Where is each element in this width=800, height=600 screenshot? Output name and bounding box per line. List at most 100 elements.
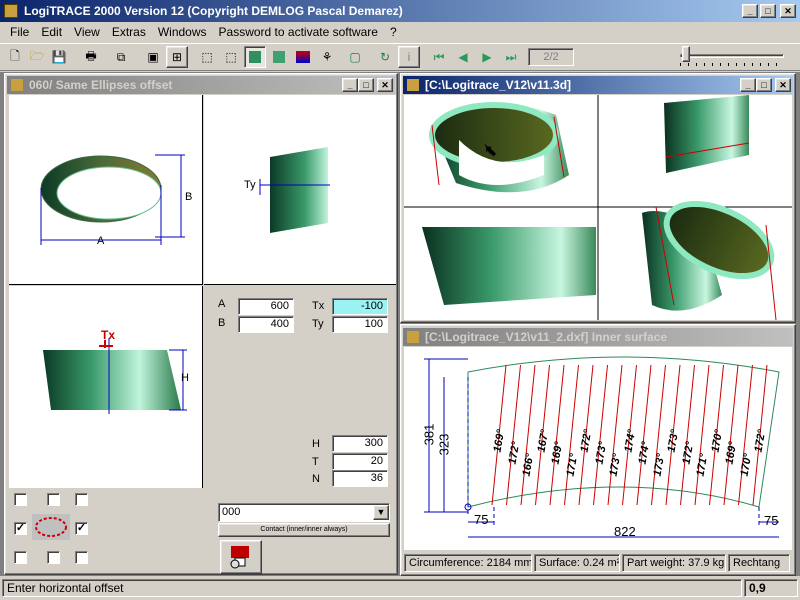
page-indicator: 2/2 <box>528 48 574 66</box>
dim-height-inner: 323 <box>436 433 452 456</box>
close-button[interactable]: ✕ <box>780 4 796 18</box>
t-param-label: T <box>312 456 319 468</box>
window-icon <box>11 79 23 91</box>
3d-viewport: ⬉ <box>404 95 792 321</box>
open-folder-icon[interactable]: 🗁 <box>26 46 48 68</box>
checkbox-bottom-mid[interactable] <box>47 551 60 564</box>
cut-line <box>694 364 710 506</box>
copy-icon[interactable]: ⧉ <box>110 46 132 68</box>
dim-left-offset: 75 <box>474 512 489 527</box>
menu-file[interactable]: File <box>4 25 35 39</box>
t-param-field[interactable]: 20 <box>332 453 388 470</box>
zoom-slider[interactable] <box>680 45 784 67</box>
dxf-window-title: [C:\Logitrace_V12\v11_2.dxf] Inner surfa… <box>425 330 668 344</box>
shape-readout: Rechtang <box>728 554 790 572</box>
menu-windows[interactable]: Windows <box>152 25 213 39</box>
new-file-icon[interactable]: 🗋 <box>4 46 26 68</box>
rotate-icon[interactable]: ↻ <box>374 46 396 68</box>
ty-param-field[interactable]: 100 <box>332 316 388 333</box>
checkbox-top-mid[interactable] <box>47 493 60 506</box>
maximize-button[interactable]: □ <box>760 4 776 18</box>
tx-label: Tx <box>101 328 116 342</box>
win2-maximize-button[interactable]: □ <box>756 78 772 92</box>
part-weight-readout: Part weight: 37.9 kg <box>622 554 726 572</box>
menu-edit[interactable]: Edit <box>35 25 68 39</box>
wireframe-cube-icon[interactable]: ⬚ <box>220 46 242 68</box>
3d-window-title: [C:\Logitrace_V12\v11.3d] <box>425 78 572 92</box>
minimize-button[interactable]: _ <box>742 4 758 18</box>
checkbox-bottom-left[interactable] <box>14 551 27 564</box>
checkbox-mid-left[interactable]: ✓ <box>14 522 27 535</box>
app-title-bar: LogiTRACE 2000 Version 12 (Copyright DEM… <box>0 0 800 22</box>
save-icon[interactable]: 💾 <box>48 46 70 68</box>
shaded-cube-icon[interactable] <box>268 46 290 68</box>
first-page-icon[interactable]: ⏮ <box>428 46 450 68</box>
menu-view[interactable]: View <box>68 25 106 39</box>
wireframe-box-icon[interactable]: ⬚ <box>196 46 218 68</box>
n-param-field[interactable]: 36 <box>332 470 388 487</box>
shaded-box-icon[interactable] <box>244 46 266 68</box>
cut-line <box>636 364 652 506</box>
info-icon[interactable]: i <box>398 46 420 68</box>
next-page-icon[interactable]: ▶ <box>476 46 498 68</box>
cut-line <box>680 364 695 506</box>
app-title: LogiTRACE 2000 Version 12 (Copyright DEM… <box>24 4 403 18</box>
draw-tool-button[interactable] <box>220 540 262 574</box>
ellipse-preview-icon <box>32 514 70 540</box>
ellipse-side-view: Ty <box>204 95 396 285</box>
checkbox-mid-right[interactable]: ✓ <box>75 522 88 535</box>
win1-maximize-button[interactable]: □ <box>358 78 374 92</box>
dxf-window-title-bar: [C:\Logitrace_V12\v11_2.dxf] Inner surfa… <box>403 328 793 346</box>
win2-close-button[interactable]: ✕ <box>775 78 791 92</box>
menu-password[interactable]: Password to activate software <box>213 25 384 39</box>
cut-line <box>520 364 536 506</box>
unfold-drawing: 381 323 75 822 75 169° 172° 166° 167° 169° 17… <box>404 347 792 550</box>
checkbox-bottom-right[interactable] <box>75 551 88 564</box>
dim-total-width: 822 <box>614 524 636 539</box>
prev-page-icon[interactable]: ◀ <box>452 46 474 68</box>
h-param-field[interactable]: 300 <box>332 435 388 452</box>
ellipse-front-view: Tx H <box>9 286 203 488</box>
layout-single-icon[interactable]: ▣ <box>142 46 164 68</box>
status-coord: 0,9 <box>744 579 798 597</box>
contact-button[interactable]: Contact (inner/inner always) <box>218 523 390 537</box>
dim-a-label: A <box>97 235 105 247</box>
b-param-field[interactable]: 400 <box>238 316 294 333</box>
cut-line <box>651 364 666 506</box>
ty-label: Ty <box>244 179 256 191</box>
win2-minimize-button[interactable]: _ <box>740 78 756 92</box>
cut-line <box>506 364 521 506</box>
win1-minimize-button[interactable]: _ <box>342 78 358 92</box>
menu-extras[interactable]: Extras <box>106 25 152 39</box>
menu-help[interactable]: ? <box>384 25 403 39</box>
cursor-icon: ⬉ <box>484 143 498 160</box>
checkbox-top-left[interactable] <box>14 493 27 506</box>
tx-param-label: Tx <box>312 300 325 312</box>
tx-param-field[interactable]: -100 <box>332 298 388 315</box>
option-combobox[interactable]: 000 <box>218 503 390 522</box>
win1-close-button[interactable]: ✕ <box>377 78 393 92</box>
cut-line <box>549 364 565 506</box>
a-param-label: A <box>218 298 226 310</box>
cut-line <box>607 364 623 506</box>
tree-icon[interactable]: ⚘ <box>316 46 338 68</box>
a-param-field[interactable]: 600 <box>238 298 294 315</box>
checkbox-top-right[interactable] <box>75 493 88 506</box>
cut-line <box>564 364 579 506</box>
layout-quad-icon[interactable]: ⊞ <box>166 46 188 68</box>
ty-param-label: Ty <box>312 318 324 330</box>
cut-line <box>738 364 753 506</box>
b-param-label: B <box>218 317 226 329</box>
last-page-icon[interactable]: ⏭ <box>500 46 522 68</box>
zoom-slider-thumb[interactable] <box>682 46 690 62</box>
h-param-label: H <box>312 438 320 450</box>
dim-h-label: H <box>181 372 189 384</box>
window-icon <box>407 331 419 343</box>
print-icon[interactable]: 🖶 <box>80 46 102 68</box>
dim-height-total: 381 <box>421 423 437 446</box>
cut-line <box>723 364 739 506</box>
frame-icon[interactable]: ▢ <box>344 46 366 68</box>
dim-right-offset: 75 <box>764 513 779 528</box>
combobox-arrow-icon[interactable]: ▼ <box>373 505 389 520</box>
color-icon[interactable] <box>292 46 314 68</box>
